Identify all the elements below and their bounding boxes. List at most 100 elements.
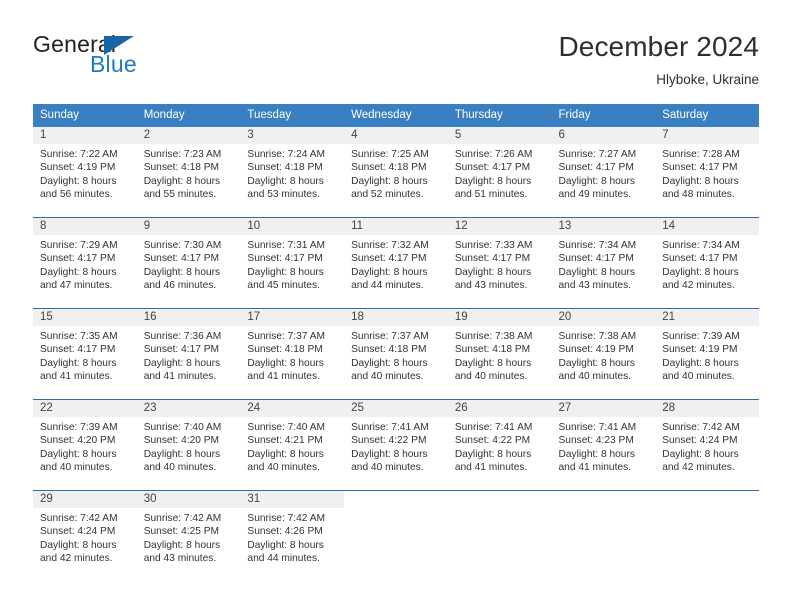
day-cell[interactable]: 5 Sunrise: 7:26 AM Sunset: 4:17 PM Daylight… — [447, 127, 552, 217]
weekday-header-row: Sunday Monday Tuesday Wednesday Thursday… — [33, 104, 759, 127]
sunrise-time: Sunrise: 7:42 AM — [143, 513, 222, 524]
day-cell[interactable]: 13 Sunrise: 7:34 AM Sunset: 4:17 PM Dayligh… — [551, 218, 656, 308]
daylight-duration-line2: and 45 minutes. — [247, 280, 320, 292]
calendar-cell: 28 Sunrise: 7:42 AM Sunset: 4:24 PM Dayligh… — [655, 399, 759, 491]
sunset-time: Sunset: 4:17 PM — [558, 253, 634, 265]
sunset-time: Sunset: 4:24 PM — [40, 526, 116, 538]
brand-logo[interactable]: General Blue — [33, 33, 293, 89]
daylight-duration-line2: and 40 minutes. — [247, 462, 320, 474]
day-cell[interactable]: 7 Sunrise: 7:28 AM Sunset: 4:17 PM Daylight… — [655, 127, 759, 217]
day-number: 8 — [33, 218, 137, 235]
sunrise-time: Sunrise: 7:25 AM — [351, 149, 429, 160]
day-details: Sunrise: 7:39 AM Sunset: 4:20 PM Daylight:… — [33, 417, 137, 475]
day-cell[interactable]: 22 Sunrise: 7:39 AM Sunset: 4:20 PM Dayligh… — [33, 400, 137, 490]
day-cell[interactable]: 17 Sunrise: 7:37 AM Sunset: 4:18 PM Dayligh… — [240, 309, 345, 399]
calendar-cell: 12 Sunrise: 7:33 AM Sunset: 4:17 PM Dayligh… — [447, 217, 552, 309]
day-cell[interactable]: 3 Sunrise: 7:24 AM Sunset: 4:18 PM Daylight… — [240, 127, 345, 217]
day-details: Sunrise: 7:27 AM Sunset: 4:17 PM Daylight:… — [552, 144, 656, 202]
day-cell[interactable]: 18 Sunrise: 7:37 AM Sunset: 4:18 PM Dayligh… — [344, 309, 448, 399]
day-number — [448, 491, 552, 508]
daylight-duration-line1: Daylight: 8 hours — [143, 357, 221, 369]
calendar-cell: 27 Sunrise: 7:41 AM Sunset: 4:23 PM Dayligh… — [551, 399, 656, 491]
daylight-duration-line1: Daylight: 8 hours — [351, 175, 428, 187]
day-number — [344, 491, 448, 508]
day-cell[interactable]: 9 Sunrise: 7:30 AM Sunset: 4:17 PM Daylight… — [136, 218, 241, 308]
sunrise-time: Sunrise: 7:36 AM — [143, 331, 222, 342]
day-cell[interactable]: 4 Sunrise: 7:25 AM Sunset: 4:18 PM Daylight… — [344, 127, 448, 217]
day-cell[interactable]: 2 Sunrise: 7:23 AM Sunset: 4:18 PM Daylight… — [136, 127, 241, 217]
sunrise-time: Sunrise: 7:35 AM — [40, 331, 118, 342]
day-number: 14 — [655, 218, 759, 235]
sunset-time: Sunset: 4:18 PM — [454, 344, 531, 356]
calendar-cell: 23 Sunrise: 7:40 AM Sunset: 4:20 PM Dayligh… — [136, 399, 241, 491]
day-details: Sunrise: 7:29 AM Sunset: 4:17 PM Daylight:… — [33, 235, 137, 293]
brand-name-blue: Blue — [90, 51, 137, 77]
day-cell[interactable]: 20 Sunrise: 7:38 AM Sunset: 4:19 PM Dayligh… — [551, 309, 656, 399]
day-cell[interactable]: 24 Sunrise: 7:40 AM Sunset: 4:21 PM Dayligh… — [240, 400, 345, 490]
day-cell[interactable]: 12 Sunrise: 7:33 AM Sunset: 4:17 PM Dayligh… — [447, 218, 552, 308]
daylight-duration-line1: Daylight: 8 hours — [662, 448, 739, 460]
sunset-time: Sunset: 4:18 PM — [143, 162, 220, 174]
calendar-cell — [344, 490, 448, 581]
day-cell[interactable]: 30 Sunrise: 7:42 AM Sunset: 4:25 PM Dayligh… — [136, 491, 241, 581]
day-cell[interactable]: 8 Sunrise: 7:29 AM Sunset: 4:17 PM Daylight… — [33, 218, 137, 308]
sunset-time: Sunset: 4:26 PM — [247, 526, 323, 538]
calendar-body: 1 Sunrise: 7:22 AM Sunset: 4:19 PM Daylight… — [33, 127, 759, 581]
day-cell[interactable]: 10 Sunrise: 7:31 AM Sunset: 4:17 PM Dayligh… — [240, 218, 345, 308]
calendar-cell: 8 Sunrise: 7:29 AM Sunset: 4:17 PM Daylight… — [33, 217, 137, 309]
day-cell[interactable]: 1 Sunrise: 7:22 AM Sunset: 4:19 PM Daylight… — [33, 127, 137, 217]
weekday-header-tuesday: Tuesday — [240, 104, 345, 127]
empty-day-cell — [552, 491, 656, 581]
day-cell[interactable]: 21 Sunrise: 7:39 AM Sunset: 4:19 PM Dayligh… — [655, 309, 759, 399]
daylight-duration-line1: Daylight: 8 hours — [247, 539, 324, 551]
daylight-duration-line1: Daylight: 8 hours — [143, 175, 221, 187]
sunrise-time: Sunrise: 7:22 AM — [40, 149, 118, 160]
day-cell[interactable]: 28 Sunrise: 7:42 AM Sunset: 4:24 PM Dayligh… — [655, 400, 759, 490]
day-cell[interactable]: 6 Sunrise: 7:27 AM Sunset: 4:17 PM Daylight… — [551, 127, 656, 217]
day-cell[interactable]: 23 Sunrise: 7:40 AM Sunset: 4:20 PM Dayligh… — [136, 400, 241, 490]
day-details: Sunrise: 7:33 AM Sunset: 4:17 PM Daylight:… — [448, 235, 552, 293]
daylight-duration-line1: Daylight: 8 hours — [40, 175, 117, 187]
day-number: 27 — [551, 400, 656, 417]
sunrise-time: Sunrise: 7:39 AM — [40, 422, 118, 433]
calendar-cell — [551, 490, 656, 581]
calendar-cell: 25 Sunrise: 7:41 AM Sunset: 4:22 PM Dayligh… — [344, 399, 448, 491]
day-number: 24 — [240, 400, 345, 417]
day-details: Sunrise: 7:31 AM Sunset: 4:17 PM Daylight:… — [240, 235, 344, 293]
day-details — [448, 508, 552, 512]
calendar-cell — [655, 490, 759, 581]
day-cell[interactable]: 15 Sunrise: 7:35 AM Sunset: 4:17 PM Dayligh… — [33, 309, 137, 399]
empty-day-cell — [344, 491, 448, 581]
weekday-header-wednesday: Wednesday — [344, 104, 448, 127]
day-cell[interactable]: 19 Sunrise: 7:38 AM Sunset: 4:18 PM Dayligh… — [447, 309, 552, 399]
day-details — [655, 508, 759, 512]
sunset-time: Sunset: 4:18 PM — [351, 162, 427, 174]
sunrise-time: Sunrise: 7:40 AM — [247, 422, 325, 433]
day-cell[interactable]: 31 Sunrise: 7:42 AM Sunset: 4:26 PM Dayligh… — [240, 491, 345, 581]
sunset-time: Sunset: 4:17 PM — [143, 344, 220, 356]
day-cell[interactable]: 16 Sunrise: 7:36 AM Sunset: 4:17 PM Dayligh… — [136, 309, 241, 399]
daylight-duration-line1: Daylight: 8 hours — [247, 448, 324, 460]
daylight-duration-line2: and 40 minutes. — [662, 371, 735, 383]
day-cell[interactable]: 11 Sunrise: 7:32 AM Sunset: 4:17 PM Dayligh… — [344, 218, 448, 308]
daylight-duration-line2: and 47 minutes. — [40, 280, 113, 292]
day-cell[interactable]: 25 Sunrise: 7:41 AM Sunset: 4:22 PM Dayligh… — [344, 400, 448, 490]
sunrise-time: Sunrise: 7:26 AM — [454, 149, 533, 160]
weekday-header-monday: Monday — [136, 104, 241, 127]
daylight-duration-line1: Daylight: 8 hours — [351, 266, 428, 278]
calendar-cell: 6 Sunrise: 7:27 AM Sunset: 4:17 PM Daylight… — [551, 127, 656, 218]
sunset-time: Sunset: 4:17 PM — [454, 253, 531, 265]
daylight-duration-line1: Daylight: 8 hours — [40, 266, 117, 278]
day-cell[interactable]: 27 Sunrise: 7:41 AM Sunset: 4:23 PM Dayligh… — [551, 400, 656, 490]
daylight-duration-line1: Daylight: 8 hours — [143, 266, 221, 278]
calendar-week-row: 29 Sunrise: 7:42 AM Sunset: 4:24 PM Dayligh… — [33, 490, 759, 581]
sunrise-time: Sunrise: 7:42 AM — [662, 422, 740, 433]
sunset-time: Sunset: 4:17 PM — [662, 253, 738, 265]
daylight-duration-line2: and 42 minutes. — [662, 280, 735, 292]
calendar-cell: 7 Sunrise: 7:28 AM Sunset: 4:17 PM Daylight… — [655, 127, 759, 218]
sunset-time: Sunset: 4:21 PM — [247, 435, 323, 447]
day-cell[interactable]: 14 Sunrise: 7:34 AM Sunset: 4:17 PM Dayligh… — [655, 218, 759, 308]
daylight-duration-line2: and 41 minutes. — [454, 462, 528, 474]
day-cell[interactable]: 26 Sunrise: 7:41 AM Sunset: 4:22 PM Dayligh… — [447, 400, 552, 490]
day-cell[interactable]: 29 Sunrise: 7:42 AM Sunset: 4:24 PM Dayligh… — [33, 491, 137, 581]
